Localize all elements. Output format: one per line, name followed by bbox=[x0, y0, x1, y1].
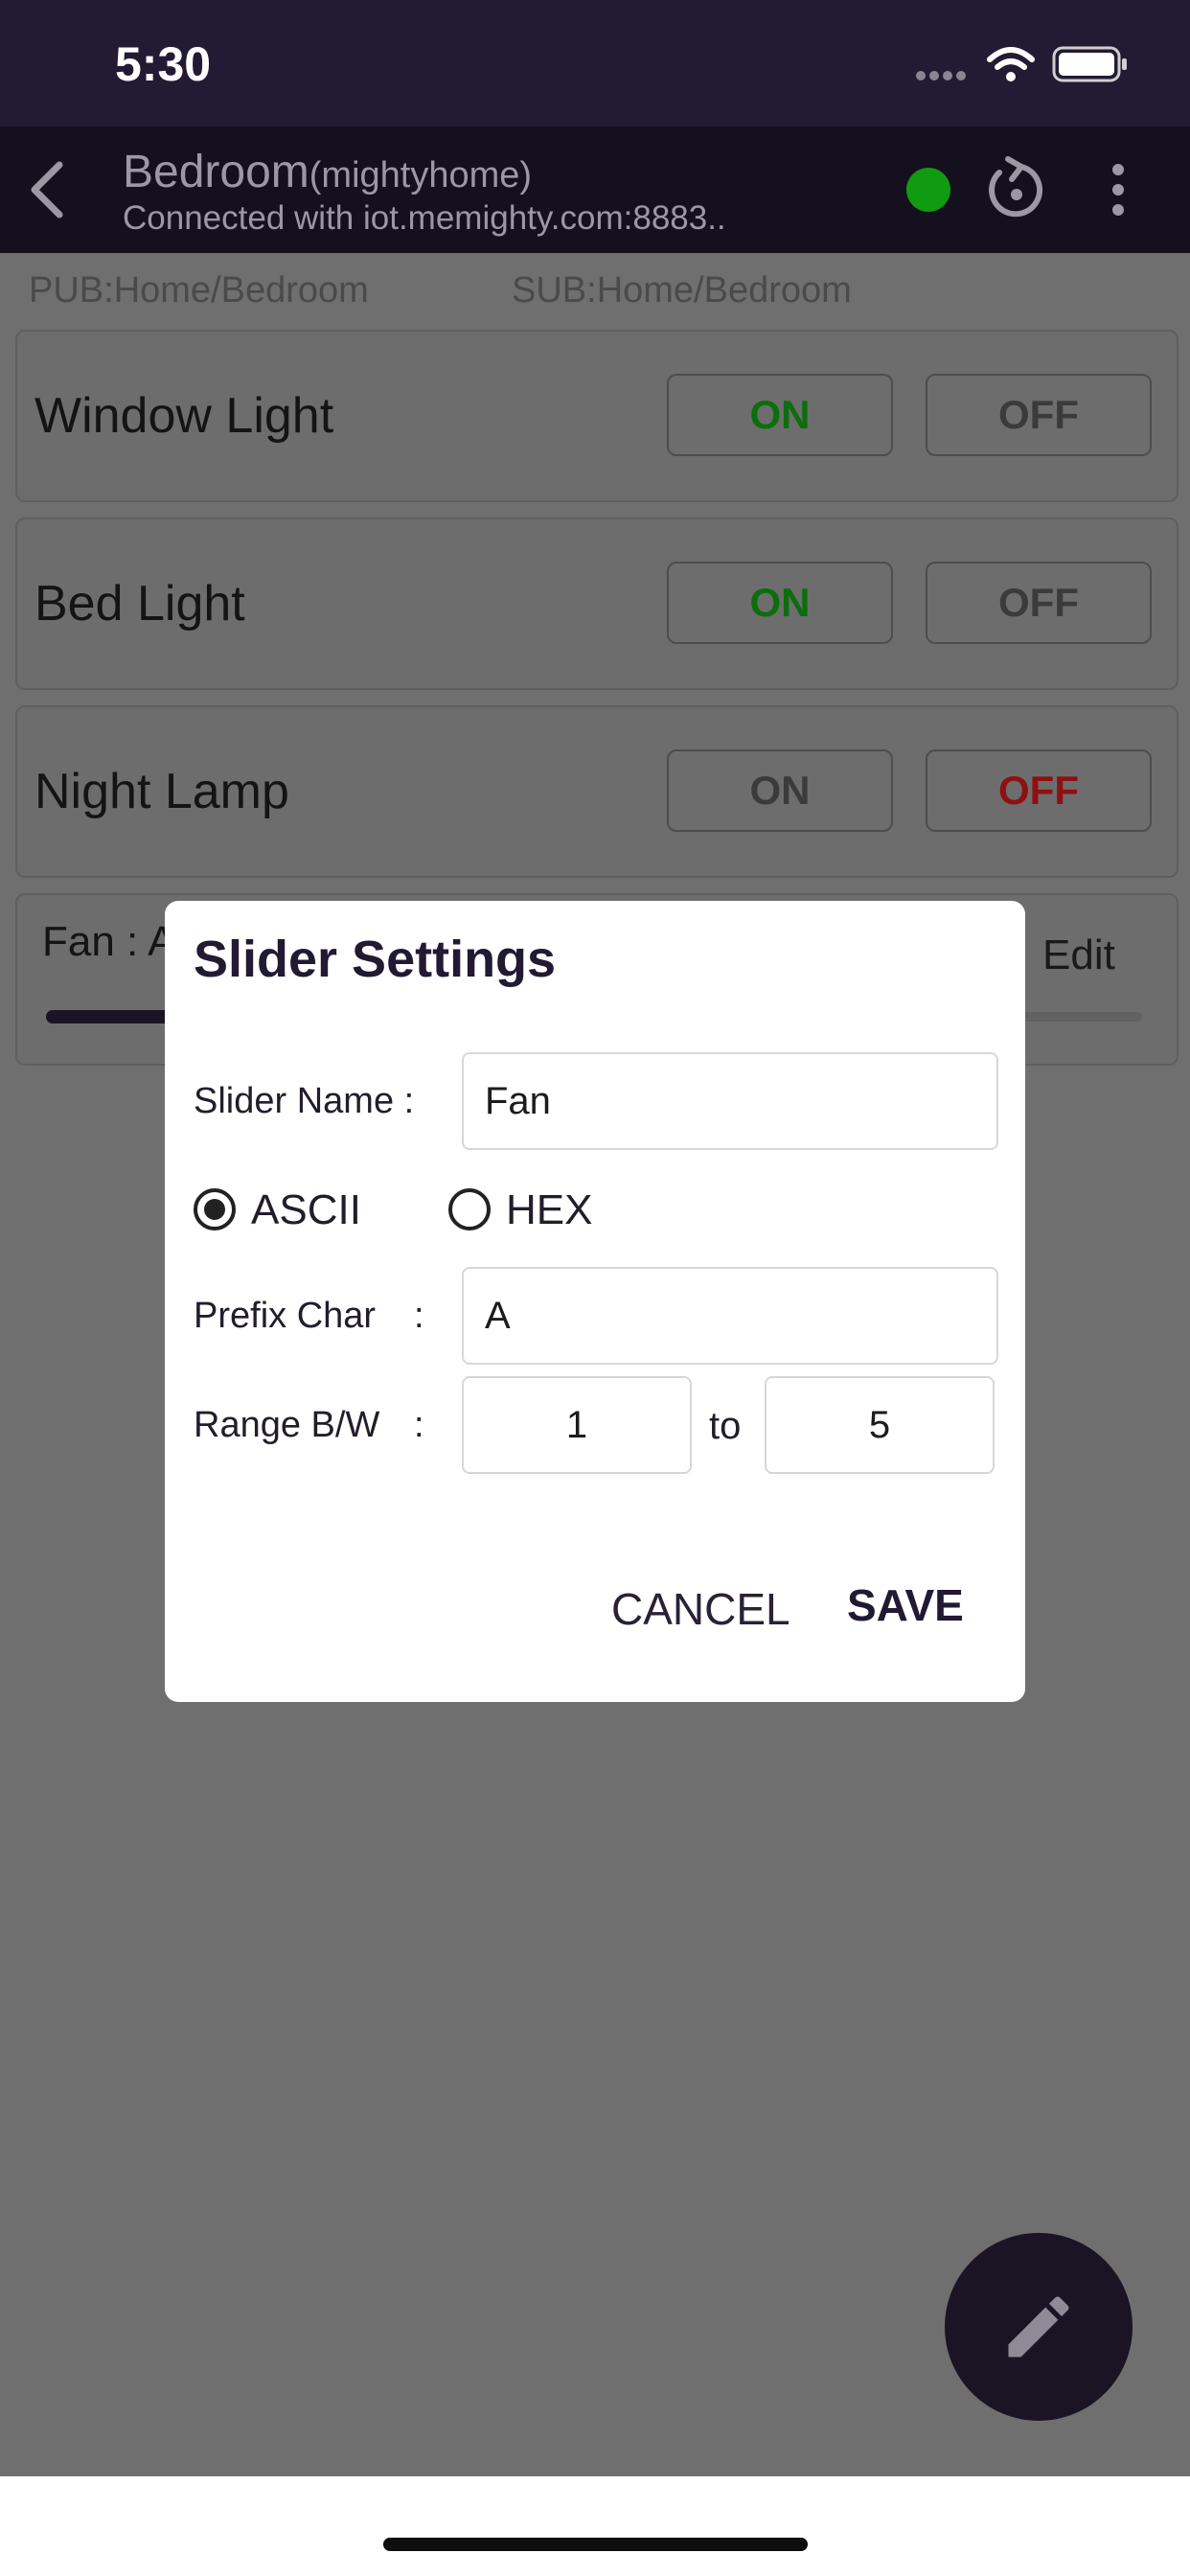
edit-button[interactable]: Edit bbox=[1042, 932, 1115, 979]
switch-label: Night Lamp bbox=[34, 764, 289, 819]
pencil-icon bbox=[1008, 2296, 1069, 2358]
app-title-suffix: (mightyhome) bbox=[309, 155, 533, 196]
range-label: Range B/W bbox=[194, 1405, 380, 1445]
sub-topic: SUB:Home/Bedroom bbox=[512, 270, 852, 310]
slider-name-input[interactable]: Fan bbox=[462, 1052, 998, 1150]
range-to-label: to bbox=[709, 1405, 742, 1447]
range-to-value: 5 bbox=[868, 1403, 891, 1446]
switch-label: Window Light bbox=[34, 388, 334, 444]
chevron-left-icon[interactable] bbox=[25, 159, 71, 220]
edit-fab[interactable] bbox=[945, 2233, 1133, 2421]
prefix-colon: : bbox=[414, 1296, 424, 1336]
home-bar-area bbox=[0, 2476, 1190, 2576]
off-button[interactable]: OFF bbox=[926, 749, 1152, 832]
ascii-radio[interactable] bbox=[194, 1188, 236, 1230]
prefix-char-label: Prefix Char bbox=[194, 1296, 377, 1336]
on-button[interactable]: ON bbox=[667, 562, 893, 644]
slider-label: Fan : A bbox=[42, 918, 176, 965]
dialog-title: Slider Settings bbox=[194, 931, 557, 988]
cancel-button[interactable]: CANCEL bbox=[611, 1583, 790, 1635]
pub-topic: PUB:Home/Bedroom bbox=[29, 270, 369, 310]
range-to-input[interactable]: 5 bbox=[765, 1376, 995, 1474]
more-vertical-icon[interactable] bbox=[1104, 161, 1133, 218]
ascii-label: ASCII bbox=[251, 1186, 361, 1233]
connection-status-indicator bbox=[906, 168, 950, 212]
on-button[interactable]: ON bbox=[667, 374, 893, 456]
save-button[interactable]: SAVE bbox=[847, 1579, 964, 1631]
prefix-char-input[interactable]: A bbox=[462, 1267, 998, 1365]
on-button[interactable]: ON bbox=[667, 749, 893, 832]
off-button[interactable]: OFF bbox=[926, 562, 1152, 644]
hex-radio[interactable] bbox=[448, 1188, 491, 1230]
home-indicator[interactable] bbox=[383, 2538, 808, 2551]
range-from-input[interactable]: 1 bbox=[462, 1376, 692, 1474]
range-from-value: 1 bbox=[565, 1403, 588, 1446]
app-title-text: Bedroom bbox=[123, 147, 309, 197]
hex-label: HEX bbox=[506, 1186, 593, 1233]
app-title: Bedroom(mightyhome) bbox=[123, 146, 532, 198]
battery-icon bbox=[1052, 46, 1127, 82]
slider-name-value: Fan bbox=[485, 1079, 551, 1122]
slider-name-label: Slider Name : bbox=[194, 1081, 415, 1121]
status-time: 5:30 bbox=[115, 37, 212, 91]
cellular-signal-icon bbox=[916, 58, 973, 86]
connection-subtitle: Connected with iot.memighty.com:8883.. bbox=[123, 199, 726, 237]
range-colon: : bbox=[414, 1405, 424, 1445]
radio-selected-dot bbox=[204, 1199, 225, 1220]
prefix-char-value: A bbox=[485, 1294, 511, 1337]
refresh-icon[interactable] bbox=[987, 153, 1046, 224]
wifi-icon bbox=[987, 47, 1035, 81]
off-button[interactable]: OFF bbox=[926, 374, 1152, 456]
switch-label: Bed Light bbox=[34, 576, 245, 632]
